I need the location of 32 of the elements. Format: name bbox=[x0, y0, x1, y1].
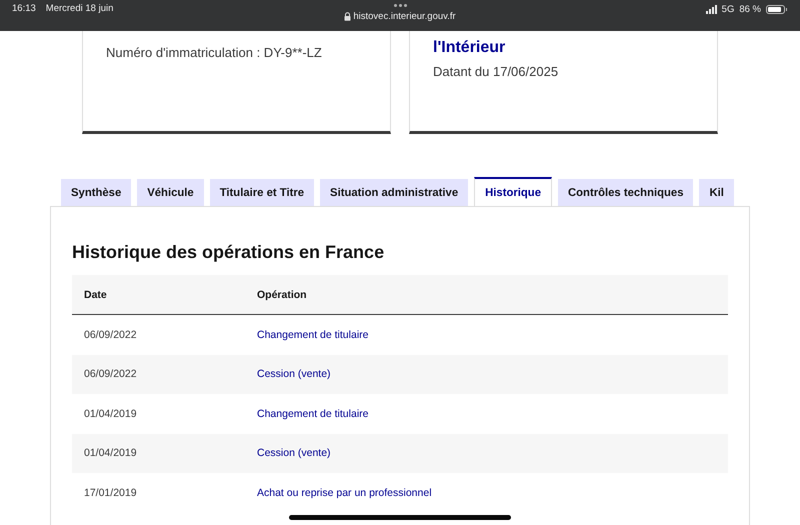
more-icon[interactable] bbox=[394, 4, 406, 7]
date-cell: 06/09/2022 bbox=[72, 314, 245, 354]
section-heading: Historique des opérations en France bbox=[72, 241, 386, 264]
tab[interactable]: Synthèse bbox=[61, 179, 132, 206]
date-cell: 01/04/2019 bbox=[72, 394, 245, 434]
card-text: Datant du 17/06/2025 bbox=[433, 64, 560, 79]
tab[interactable]: Situation administrative bbox=[320, 179, 468, 206]
battery-icon bbox=[766, 5, 785, 14]
operation-link[interactable]: Cession (vente) bbox=[257, 368, 331, 380]
column-header: Opération bbox=[245, 275, 728, 314]
operation-link[interactable]: Changement de titulaire bbox=[257, 408, 368, 420]
tab[interactable]: Kil bbox=[699, 179, 734, 206]
operation-link[interactable]: Cession (vente) bbox=[257, 447, 331, 460]
date-cell: 17/01/2019 bbox=[72, 473, 245, 512]
card-title[interactable]: l'Intérieur bbox=[433, 38, 673, 57]
battery-percent: 86 % bbox=[739, 4, 761, 15]
operation-link[interactable]: Achat ou reprise par un professionnel bbox=[257, 486, 432, 499]
tab[interactable]: Véhicule bbox=[137, 179, 204, 206]
tab[interactable]: Titulaire et Titre bbox=[210, 179, 314, 206]
date-cell: 01/04/2019 bbox=[72, 434, 245, 473]
date-cell: 06/09/2022 bbox=[72, 354, 245, 394]
column-header: Date bbox=[72, 275, 245, 314]
tab[interactable]: Contrôles techniques bbox=[558, 179, 694, 206]
status-date: Mercredi 18 juin bbox=[46, 3, 114, 14]
signal-icon bbox=[706, 5, 717, 14]
lock-icon bbox=[344, 12, 352, 21]
card-text: Numéro d'immatriculation : DY-9**-LZ bbox=[106, 45, 323, 60]
tab[interactable]: Historique bbox=[474, 177, 552, 206]
status-time: 16:13 bbox=[12, 3, 36, 14]
operation-link[interactable]: Changement de titulaire bbox=[257, 328, 368, 341]
network-type: 5G bbox=[722, 4, 734, 15]
page-url[interactable]: histovec.interieur.gouv.fr bbox=[353, 11, 456, 22]
